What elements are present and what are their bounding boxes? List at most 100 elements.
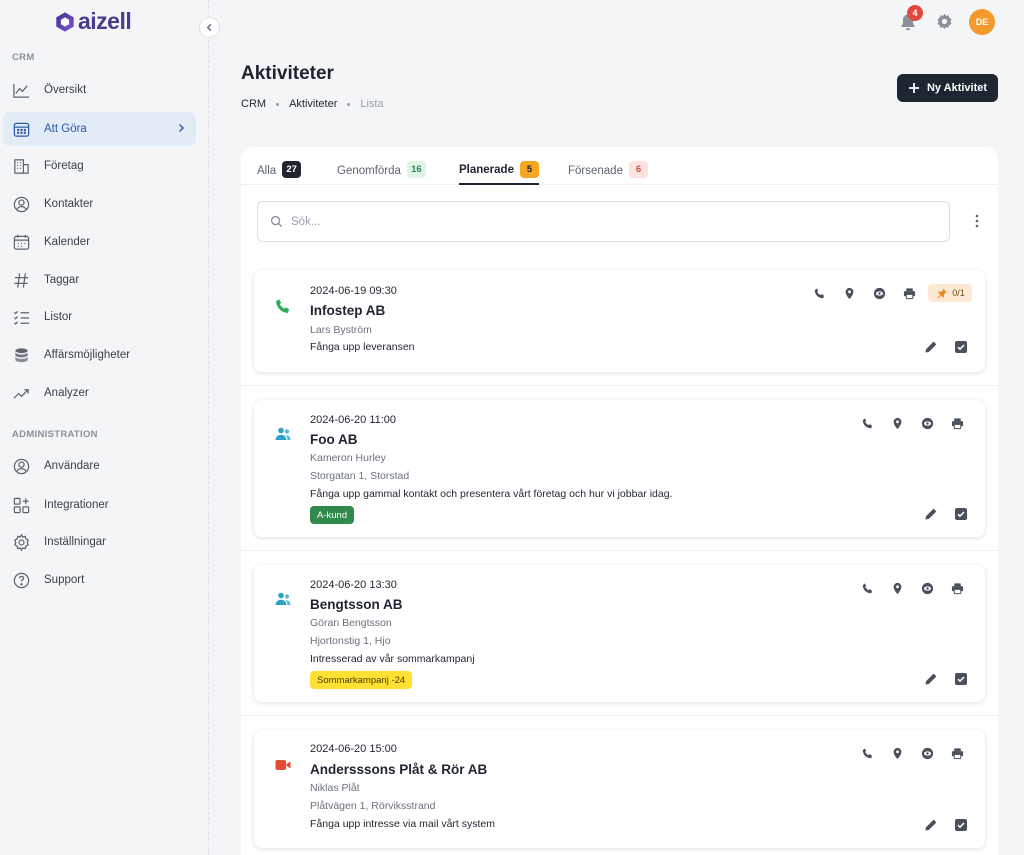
logo-mark-icon (56, 11, 74, 32)
pinned-count: 0/1 (952, 288, 965, 298)
activity-list-card: Alla 27 Genomförda 16 Planerade 5 Försen… (241, 147, 998, 855)
sidebar-item-att-gora[interactable]: Att Göra (3, 112, 196, 146)
location-action[interactable] (834, 284, 864, 302)
sidebar-item-anvandare[interactable]: Användare (3, 449, 196, 483)
tab-alla[interactable]: Alla 27 (257, 157, 302, 185)
location-action[interactable] (882, 579, 912, 597)
call-action[interactable] (852, 414, 882, 432)
complete-checkbox-icon[interactable] (954, 672, 968, 686)
sidebar-item-oversikt[interactable]: Översikt (3, 73, 196, 107)
activity-actions (852, 744, 972, 762)
location-action[interactable] (882, 414, 912, 432)
chevron-left-icon (206, 23, 212, 32)
activity-contact[interactable]: Niklas Plåt (310, 782, 360, 794)
phone-icon (274, 297, 292, 315)
sidebar-item-label: Kontakter (44, 198, 94, 210)
call-action[interactable] (852, 744, 882, 762)
settings-gear-icon[interactable] (935, 12, 954, 31)
activity-datetime: 2024-06-19 09:30 (310, 285, 397, 297)
call-action[interactable] (804, 284, 834, 302)
sidebar-item-label: Att Göra (44, 123, 87, 135)
location-pin-icon (845, 287, 853, 299)
sidebar-item-foretag[interactable]: Företag (3, 149, 196, 183)
checklist-icon (11, 307, 31, 327)
sidebar-item-kalender[interactable]: Kalender (3, 225, 196, 259)
activity-contact[interactable]: Kameron Hurley (310, 452, 386, 464)
edit-pencil-icon[interactable] (924, 340, 938, 354)
breadcrumb-aktiviteter[interactable]: Aktiviteter (289, 98, 337, 110)
apps-icon (11, 495, 31, 515)
activity-card[interactable]: 2024-06-20 13:30 Bengtsson AB Göran Beng… (254, 565, 985, 702)
activity-card[interactable]: 2024-06-20 15:00 Andersssons Plåt & Rör … (254, 730, 985, 848)
activity-company[interactable]: Andersssons Plåt & Rör AB (310, 762, 487, 777)
search-icon (270, 215, 283, 228)
call-action[interactable] (852, 579, 882, 597)
activity-actions (852, 579, 972, 597)
section-label-administration: ADMINISTRATION (12, 429, 98, 440)
activity-bottom-actions (924, 507, 968, 521)
activity-tag[interactable]: Sommarkampanj -24 (310, 671, 413, 689)
view-action[interactable] (912, 579, 942, 597)
activity-contact[interactable]: Göran Bengtsson (310, 617, 392, 629)
print-action[interactable] (942, 414, 972, 432)
brand-logo[interactable]: aizell (54, 8, 132, 35)
print-action[interactable] (894, 284, 924, 302)
location-pin-icon (893, 582, 901, 594)
activity-tag[interactable]: A-kund (310, 506, 355, 524)
sidebar-item-listor[interactable]: Listor (3, 300, 196, 334)
printer-icon (951, 582, 963, 594)
tab-label: Genomförda (337, 165, 401, 177)
edit-pencil-icon[interactable] (924, 672, 938, 686)
complete-checkbox-icon[interactable] (954, 340, 968, 354)
sidebar-item-label: Inställningar (44, 536, 107, 548)
new-activity-button[interactable]: Ny Aktivitet (897, 74, 998, 102)
print-action[interactable] (942, 579, 972, 597)
tab-count-badge: 16 (406, 160, 426, 178)
tab-forsenade[interactable]: Försenade 6 (568, 157, 648, 185)
search-input[interactable] (291, 215, 891, 228)
activity-company[interactable]: Bengtsson AB (310, 597, 403, 612)
complete-checkbox-icon[interactable] (954, 818, 968, 832)
activity-bottom-actions (924, 340, 968, 354)
phone-icon (862, 747, 872, 758)
view-action[interactable] (912, 414, 942, 432)
sidebar-item-installningar[interactable]: Inställningar (3, 525, 196, 559)
view-action[interactable] (912, 744, 942, 762)
edit-pencil-icon[interactable] (924, 507, 938, 521)
tab-label: Planerade (459, 164, 514, 176)
sidebar-item-affarsmojligheter[interactable]: Affärsmöjligheter (3, 338, 196, 372)
sidebar-item-kontakter[interactable]: Kontakter (3, 187, 196, 221)
sidebar-item-label: Kalender (44, 236, 91, 248)
sidebar-item-taggar[interactable]: Taggar (3, 263, 196, 297)
activity-company[interactable]: Foo AB (310, 432, 358, 447)
activity-contact[interactable]: Lars Byström (310, 324, 372, 336)
sidebar-item-label: Listor (44, 311, 73, 323)
sidebar-item-support[interactable]: Support (3, 563, 196, 597)
sidebar-item-analyzer[interactable]: Analyzer (3, 376, 196, 410)
breadcrumb-crm[interactable]: CRM (241, 98, 266, 110)
view-action[interactable] (864, 284, 894, 302)
user-circle-icon (11, 194, 31, 214)
complete-checkbox-icon[interactable] (954, 507, 968, 521)
brand-name: aizell (78, 8, 132, 34)
search-box (257, 201, 950, 242)
sidebar-item-integrationer[interactable]: Integrationer (3, 488, 196, 522)
location-action[interactable] (882, 744, 912, 762)
pinned-badge[interactable]: 0/1 (928, 284, 972, 302)
activity-card[interactable]: 2024-06-19 09:30 Infostep AB Lars Byströ… (254, 270, 985, 372)
user-avatar[interactable]: DE (969, 9, 995, 35)
more-options-icon[interactable] (971, 213, 983, 229)
tab-count-badge: 5 (519, 160, 539, 178)
tab-planerade[interactable]: Planerade 5 (459, 157, 539, 185)
sidebar: aizell CRM Översikt Att Göra Företag Kon… (0, 0, 209, 855)
sidebar-collapse-button[interactable] (199, 17, 220, 38)
activity-address: Storgatan 1, Storstad (310, 470, 410, 482)
print-action[interactable] (942, 744, 972, 762)
activity-company[interactable]: Infostep AB (310, 303, 385, 318)
printer-icon (903, 287, 915, 299)
eye-circle-icon (921, 417, 933, 429)
tab-genomforda[interactable]: Genomförda 16 (337, 157, 426, 185)
edit-pencil-icon[interactable] (924, 818, 938, 832)
activity-card[interactable]: 2024-06-20 11:00 Foo AB Kameron Hurley S… (254, 400, 985, 537)
question-circle-icon (11, 570, 31, 590)
